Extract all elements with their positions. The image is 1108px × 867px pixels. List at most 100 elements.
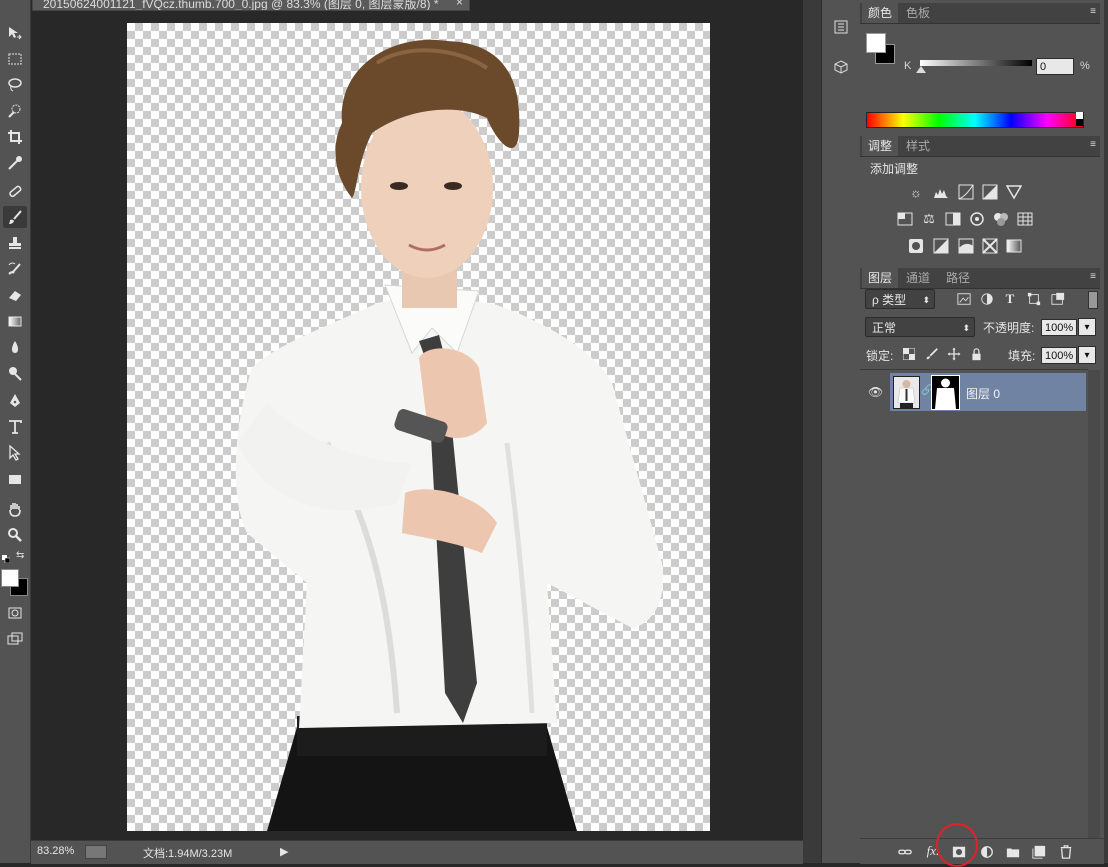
spectrum-black[interactable] [1076,119,1083,126]
healing-brush-tool-icon[interactable] [3,180,27,202]
move-tool-icon[interactable] [3,22,27,44]
color-balance-icon[interactable]: ⚖ [920,210,938,228]
quick-selection-tool-icon[interactable] [3,100,27,122]
fill-dropdown-icon[interactable]: ▾ [1078,346,1096,364]
blur-tool-icon[interactable] [3,336,27,358]
new-group-folder-icon[interactable] [1004,843,1022,861]
lock-position-icon[interactable] [946,346,962,362]
layer-filter-select[interactable]: ρ 类型 ⬍ [865,289,935,309]
photo-filter-icon[interactable] [968,210,986,228]
collapsed-panels-dock [821,0,861,863]
shape-layer-filter-icon[interactable] [1025,290,1043,308]
opacity-field[interactable]: 100% [1041,319,1077,336]
foreground-swatch[interactable] [866,33,886,53]
type-tool-icon[interactable] [3,416,27,438]
status-menu-arrow-icon[interactable]: ▶ [280,845,288,858]
layer-filter-label: ρ 类型 [872,293,907,307]
clone-stamp-tool-icon[interactable] [3,232,27,254]
color-lookup-icon[interactable] [1016,210,1034,228]
levels-icon[interactable] [932,183,950,201]
crop-tool-icon[interactable] [3,126,27,148]
3d-panel-icon[interactable] [830,56,852,78]
layers-scrollbar[interactable] [1088,370,1100,838]
tab-styles[interactable]: 样式 [900,136,936,156]
eraser-tool-icon[interactable] [3,284,27,306]
panels-column: 颜色 色板 ≡ K 0 % 调整 样式 ≡ 添加调整 ☼ ⚖ 图层 通道 路径 … [860,0,1104,863]
lock-all-icon[interactable] [968,346,984,362]
filter-toggle-switch[interactable] [1088,291,1098,309]
hue-saturation-icon[interactable] [896,210,914,228]
pen-tool-icon[interactable] [3,390,27,412]
path-selection-tool-icon[interactable] [3,442,27,464]
lock-image-pixels-icon[interactable] [924,346,940,362]
swap-colors-icon[interactable]: ⇆ [16,550,24,561]
lock-transparent-pixels-icon[interactable] [902,347,916,361]
posterize-icon[interactable] [932,237,950,255]
gradient-tool-icon[interactable] [3,310,27,332]
tools-panel: ⇆ [0,0,31,863]
layer-name[interactable]: 图层 0 [966,385,1000,402]
history-brush-tool-icon[interactable] [3,258,27,280]
adjustment-layer-filter-icon[interactable] [978,290,996,308]
tab-channels[interactable]: 通道 [900,268,936,288]
brush-tool-icon[interactable] [3,206,27,228]
curves-icon[interactable] [957,183,975,201]
panel-menu-icon[interactable]: ≡ [1090,139,1096,150]
k-slider-handle[interactable] [916,66,926,73]
k-slider-track[interactable] [920,60,1032,66]
smart-object-filter-icon[interactable] [1049,290,1067,308]
tab-paths[interactable]: 路径 [940,268,976,288]
exposure-icon[interactable] [981,183,999,201]
layer-row[interactable]: 👁 🔗 图层 0 [868,373,1086,411]
document-canvas[interactable] [127,23,710,831]
hand-tool-icon[interactable] [3,498,27,520]
layers-list [860,369,1088,840]
k-value-field[interactable]: 0 [1036,58,1074,75]
close-tab-icon[interactable]: × [456,0,463,9]
gradient-map-icon[interactable] [1005,237,1023,255]
type-layer-filter-icon[interactable]: T [1001,290,1019,308]
document-tab[interactable]: 20150624001121_fVQcz.thumb.700_0.jpg @ 8… [32,0,470,11]
lasso-tool-icon[interactable] [3,74,27,96]
pixel-layer-filter-icon[interactable] [955,290,973,308]
panel-menu-icon[interactable]: ≡ [1090,6,1096,17]
screen-mode-icon[interactable] [3,628,27,650]
visibility-eye-icon[interactable]: 👁 [868,385,883,399]
marquee-tool-icon[interactable] [3,48,27,70]
threshold-icon[interactable] [957,237,975,255]
layer-thumbnail[interactable] [893,376,920,409]
new-layer-icon[interactable] [1030,843,1048,861]
subject-figure [235,39,664,831]
layer-mask-thumbnail[interactable] [931,375,960,410]
black-white-icon[interactable] [944,210,962,228]
zoom-level[interactable]: 83.28% [37,845,74,857]
quick-mask-icon[interactable] [3,602,27,624]
history-panel-icon[interactable] [830,16,852,38]
spectrum-white[interactable] [1076,112,1083,119]
blend-mode-select[interactable]: 正常 ⬍ [865,317,975,337]
dodge-tool-icon[interactable] [3,362,27,384]
new-adjustment-layer-icon[interactable] [978,843,996,861]
zoom-tool-icon[interactable] [3,524,27,546]
channel-mixer-icon[interactable] [992,210,1010,228]
delete-layer-trash-icon[interactable] [1057,843,1075,861]
color-spectrum[interactable] [866,112,1084,128]
selective-color-icon[interactable] [981,237,999,255]
color-panel-tabs: 颜色 色板 ≡ [860,3,1100,24]
tab-swatches[interactable]: 色板 [900,3,936,23]
vibrance-icon[interactable] [1005,183,1023,201]
link-layers-icon[interactable] [896,843,914,861]
panel-menu-icon[interactable]: ≡ [1090,271,1096,282]
tab-adjustments[interactable]: 调整 [862,136,899,156]
foreground-color-swatch[interactable] [1,569,19,587]
default-colors-icon[interactable] [2,552,11,564]
fill-field[interactable]: 100% [1041,347,1077,364]
fill-label: 填充: [1008,349,1036,363]
tab-layers[interactable]: 图层 [862,268,899,288]
invert-icon[interactable] [907,237,925,255]
eyedropper-tool-icon[interactable] [3,152,27,174]
brightness-contrast-icon[interactable]: ☼ [907,183,925,201]
tab-color[interactable]: 颜色 [862,3,899,23]
rectangle-tool-icon[interactable] [3,468,27,490]
opacity-dropdown-icon[interactable]: ▾ [1078,318,1096,336]
